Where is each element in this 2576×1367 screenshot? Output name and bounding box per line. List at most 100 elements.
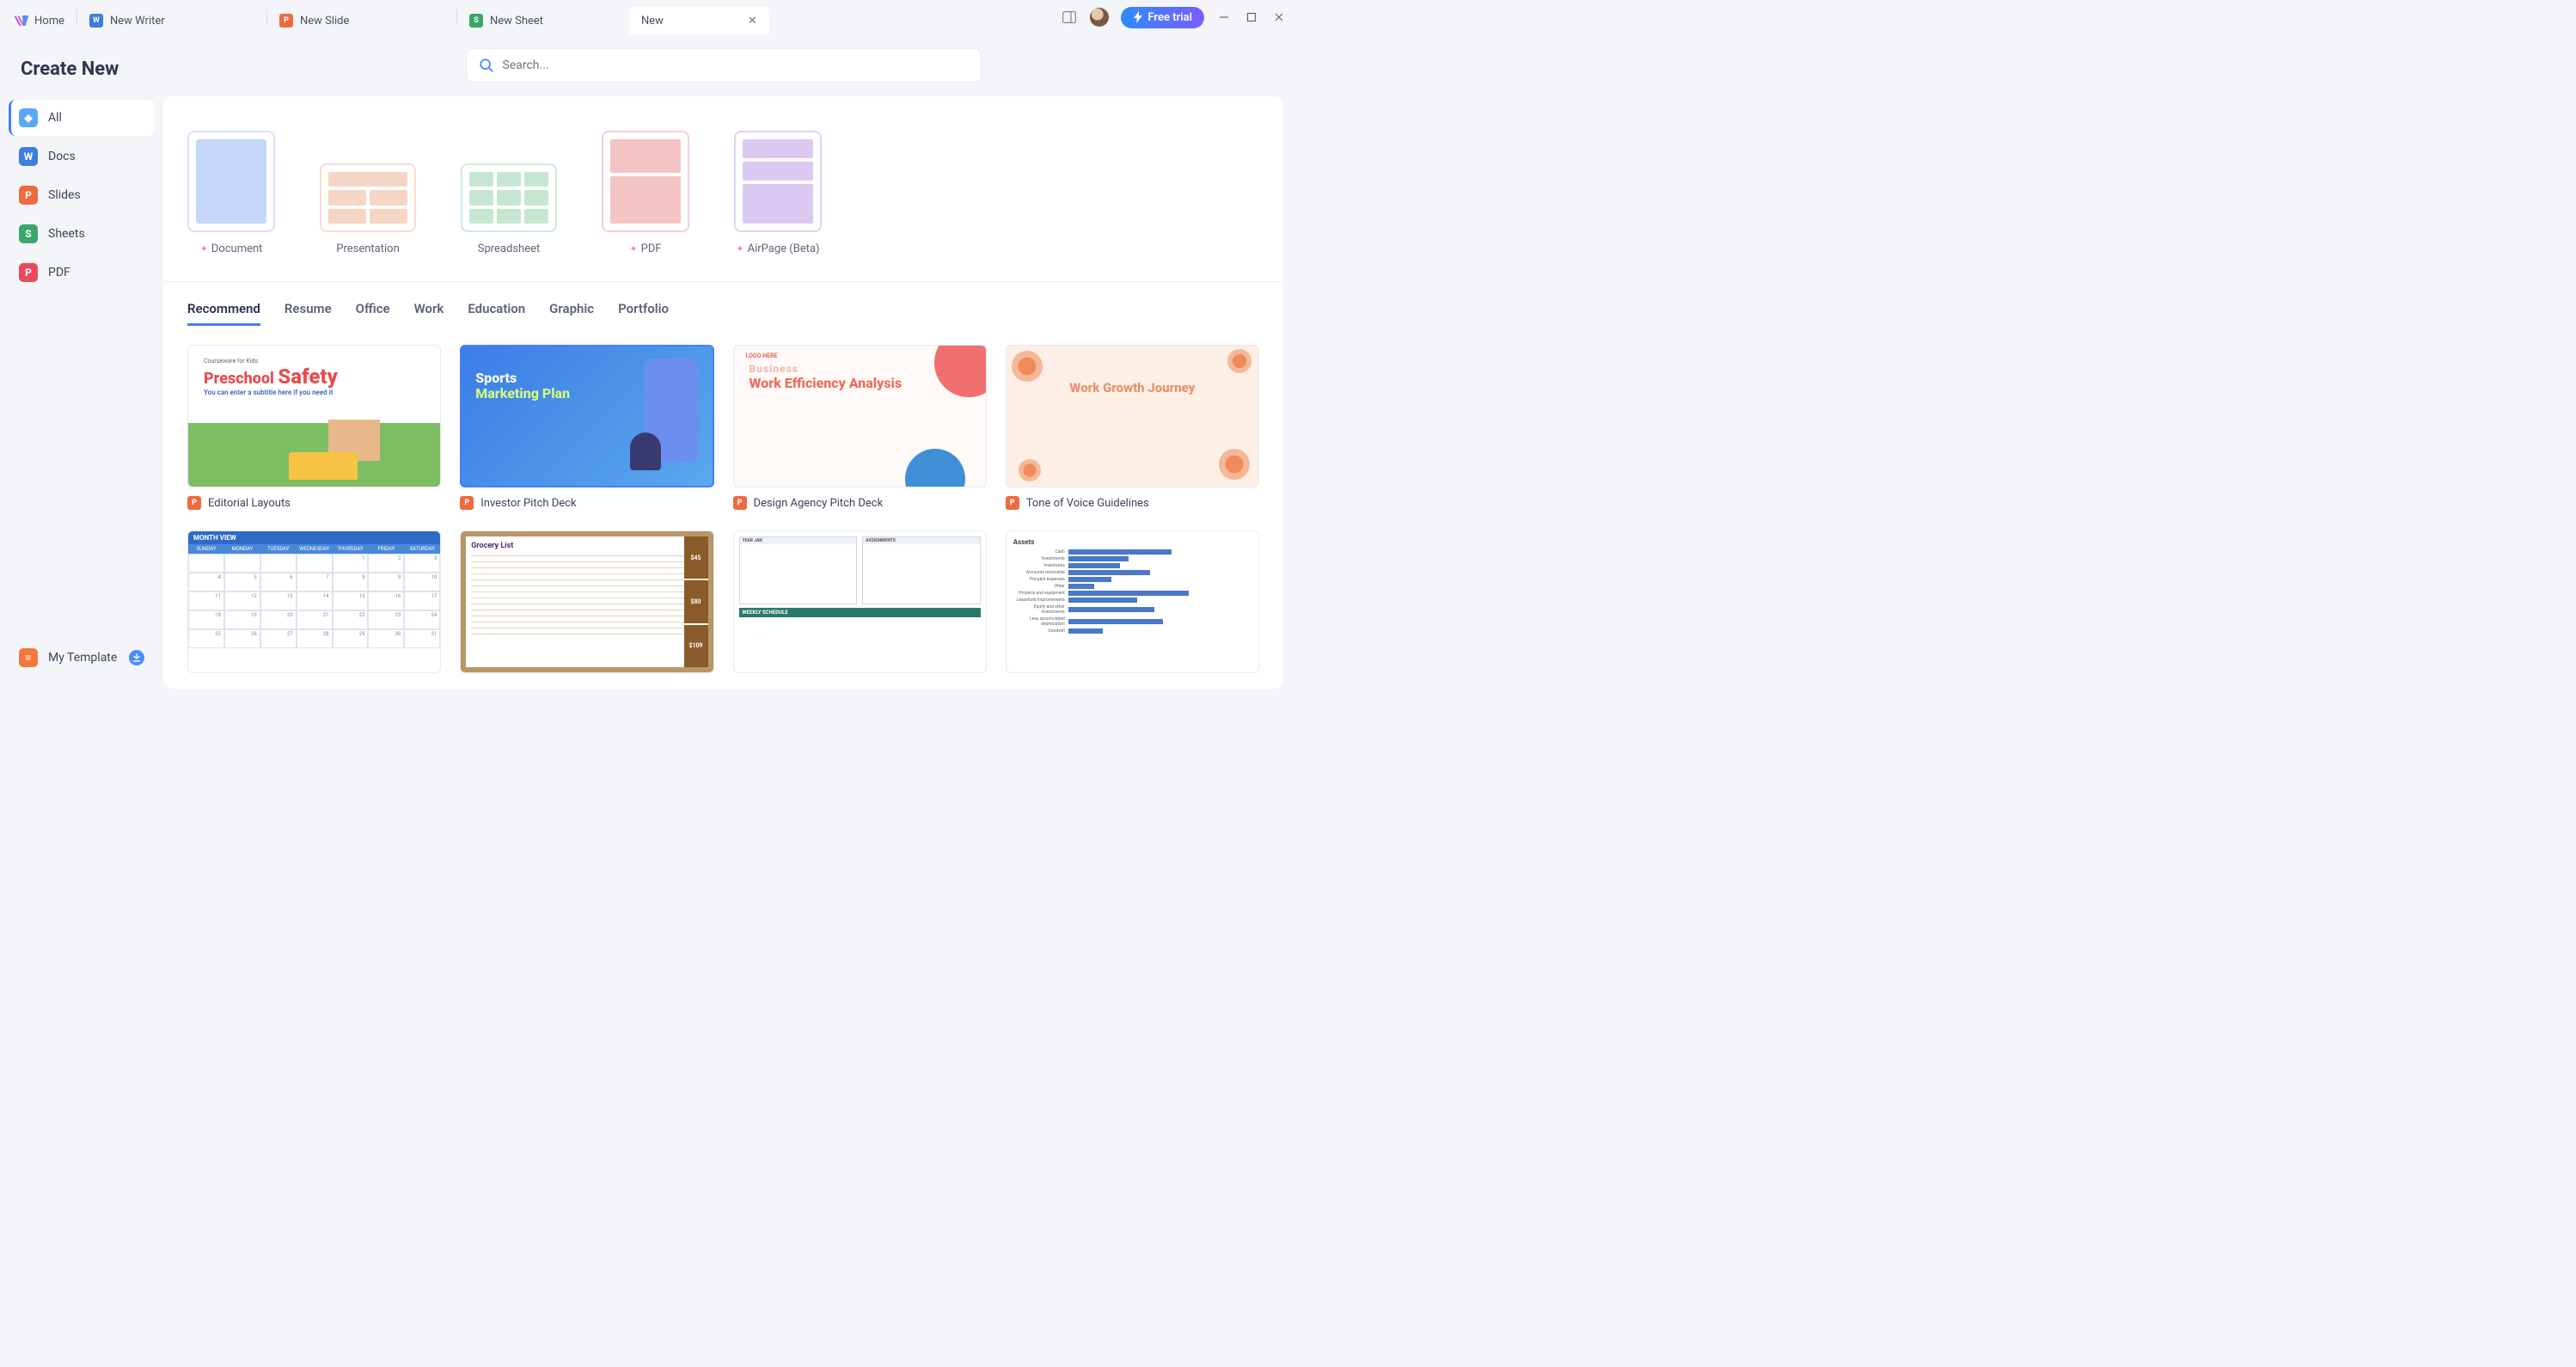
close-icon[interactable]: ✕ [748, 15, 757, 28]
content-tab-resume[interactable]: Resume [285, 301, 332, 326]
sidebar-icon: W [19, 147, 38, 166]
logo-icon [14, 13, 29, 28]
template-title: Editorial Layouts [208, 497, 291, 510]
template-thumb: AssetsCashInvestmentsInventoriesAccounts… [1006, 530, 1259, 673]
content-tab-graphic[interactable]: Graphic [549, 301, 594, 326]
search-input[interactable] [503, 58, 969, 72]
tab-writer[interactable]: W New Writer [77, 7, 266, 34]
sidebar-item-docs[interactable]: W Docs [9, 138, 155, 175]
new-pdf-card[interactable]: ✦ PDF [602, 131, 689, 255]
new-document-card[interactable]: ✦Document [187, 131, 275, 255]
sparkle-icon: ✦ [629, 243, 637, 254]
sidebar-icon: ◆ [19, 108, 38, 127]
download-icon[interactable] [129, 650, 144, 665]
sidebar-item-sheets[interactable]: S Sheets [9, 216, 155, 252]
new-airpage-card[interactable]: ✦ AirPage (Beta) [734, 131, 822, 255]
type-icon: P [733, 496, 747, 510]
template-icon: ≡ [19, 648, 38, 667]
sidebar-item-label: PDF [48, 266, 70, 279]
template-grid: Courseware for KidsPreschool SafetyYou c… [163, 333, 1283, 685]
sidebar-item-label: My Template [48, 651, 117, 665]
new-spreadsheet-card[interactable]: Spreadsheet [461, 131, 557, 255]
template-thumb: MONTH VIEWSUNDAYMONDAYTUESDAYWEDNESDAYTH… [187, 530, 441, 673]
new-card-label: Spreadsheet [478, 242, 541, 255]
tab-sheet[interactable]: S New Sheet [457, 7, 629, 34]
title-bar: Home W New Writer P New Slide S New Shee… [0, 0, 1299, 34]
new-card-label: PDF [641, 242, 662, 255]
tab-label: New Slide [300, 15, 349, 28]
template-title: Design Agency Pitch Deck [754, 497, 884, 510]
panel: ✦Document Presentation Spreadsheet ✦PDF … [163, 96, 1283, 689]
tab-label: New [641, 15, 664, 28]
new-presentation-card[interactable]: Presentation [320, 131, 416, 255]
free-trial-label: Free trial [1147, 11, 1192, 24]
tab-label: Home [34, 15, 64, 28]
spreadsheet-thumb [461, 163, 557, 232]
slide-icon: P [279, 14, 293, 28]
template-thumb: SportsMarketing Plan [460, 345, 713, 487]
template-title: Investor Pitch Deck [480, 497, 576, 510]
sidebar-item-my-template[interactable]: ≡ My Template [9, 640, 155, 676]
template-thumb: Work Growth Journey [1006, 345, 1259, 487]
sheet-icon: S [469, 14, 483, 28]
content-tabs: Recommend Resume Office Work Education Graphi… [163, 282, 1283, 333]
sparkle-icon: ✦ [200, 243, 208, 254]
sidebar-item-label: All [48, 111, 62, 125]
type-icon: P [460, 496, 474, 510]
window-maximize-icon[interactable] [1244, 9, 1259, 25]
content-tab-work[interactable]: Work [414, 301, 444, 326]
template-title: Tone of Voice Guidelines [1026, 497, 1149, 510]
tab-home[interactable]: Home [5, 7, 76, 34]
template-card[interactable]: LOGO HEREBusinessWork Efficiency Analysi… [733, 345, 987, 510]
template-card[interactable]: Courseware for KidsPreschool SafetyYou c… [187, 345, 441, 510]
tab-label: New Writer [110, 15, 165, 28]
search-box[interactable] [466, 48, 982, 83]
window-close-icon[interactable] [1271, 9, 1287, 25]
template-card[interactable]: YEAR JANASSIGNMENTSWEEKLY SCHEDULE [733, 530, 987, 673]
template-thumb: Courseware for KidsPreschool SafetyYou c… [187, 345, 441, 487]
template-thumb: LOGO HEREBusinessWork Efficiency Analysi… [733, 345, 987, 487]
sidebar-item-label: Slides [48, 188, 81, 202]
writer-icon: W [89, 14, 103, 28]
template-card[interactable]: MONTH VIEWSUNDAYMONDAYTUESDAYWEDNESDAYTH… [187, 530, 441, 673]
tab-label: New Sheet [490, 15, 543, 28]
new-document-row: ✦Document Presentation Spreadsheet ✦PDF … [163, 96, 1283, 282]
lightning-icon [1133, 11, 1143, 23]
sidebar-icon: P [19, 186, 38, 205]
sidebar-item-pdf[interactable]: P PDF [9, 254, 155, 291]
window-minimize-icon[interactable] [1216, 9, 1232, 25]
avatar[interactable] [1090, 8, 1109, 27]
template-card[interactable]: Grocery List$45$80$109 [460, 530, 713, 673]
free-trial-button[interactable]: Free trial [1121, 7, 1204, 28]
sidebar-icon: P [19, 263, 38, 282]
type-icon: P [187, 496, 201, 510]
sidebar-item-label: Sheets [48, 227, 85, 241]
main: Create New ◆AllWDocsPSlidesSSheetsPPDF ≡… [0, 34, 1299, 689]
tab-new[interactable]: New ✕ [629, 7, 769, 34]
document-thumb [187, 131, 275, 232]
presentation-thumb [320, 163, 416, 232]
content-tab-education[interactable]: Education [468, 301, 525, 326]
sidebar-item-slides[interactable]: P Slides [9, 177, 155, 213]
new-card-label: AirPage (Beta) [748, 242, 820, 255]
sidebar-icon: S [19, 224, 38, 243]
new-card-label: Presentation [336, 242, 400, 255]
sidebar-item-all[interactable]: ◆ All [9, 100, 155, 136]
airpage-thumb [734, 131, 822, 232]
new-card-label: Document [211, 242, 263, 255]
sparkle-icon: ✦ [736, 243, 743, 254]
sidebar-item-label: Docs [48, 150, 76, 163]
type-icon: P [1006, 496, 1019, 510]
panel-toggle-icon[interactable] [1061, 9, 1078, 26]
template-card[interactable]: AssetsCashInvestmentsInventoriesAccounts… [1006, 530, 1259, 673]
tab-slide[interactable]: P New Slide [267, 7, 456, 34]
template-card[interactable]: Work Growth Journey P Tone of Voice Guidel… [1006, 345, 1259, 510]
content-tab-recommend[interactable]: Recommend [187, 301, 260, 326]
template-card[interactable]: SportsMarketing Plan P Investor Pitch Deck [460, 345, 713, 510]
pdf-thumb [602, 131, 689, 232]
content-tab-office[interactable]: Office [356, 301, 390, 326]
template-thumb: Grocery List$45$80$109 [460, 530, 713, 673]
content: ✦Document Presentation Spreadsheet ✦PDF … [163, 34, 1299, 689]
template-thumb: YEAR JANASSIGNMENTSWEEKLY SCHEDULE [733, 530, 987, 673]
content-tab-portfolio[interactable]: Portfolio [618, 301, 669, 326]
